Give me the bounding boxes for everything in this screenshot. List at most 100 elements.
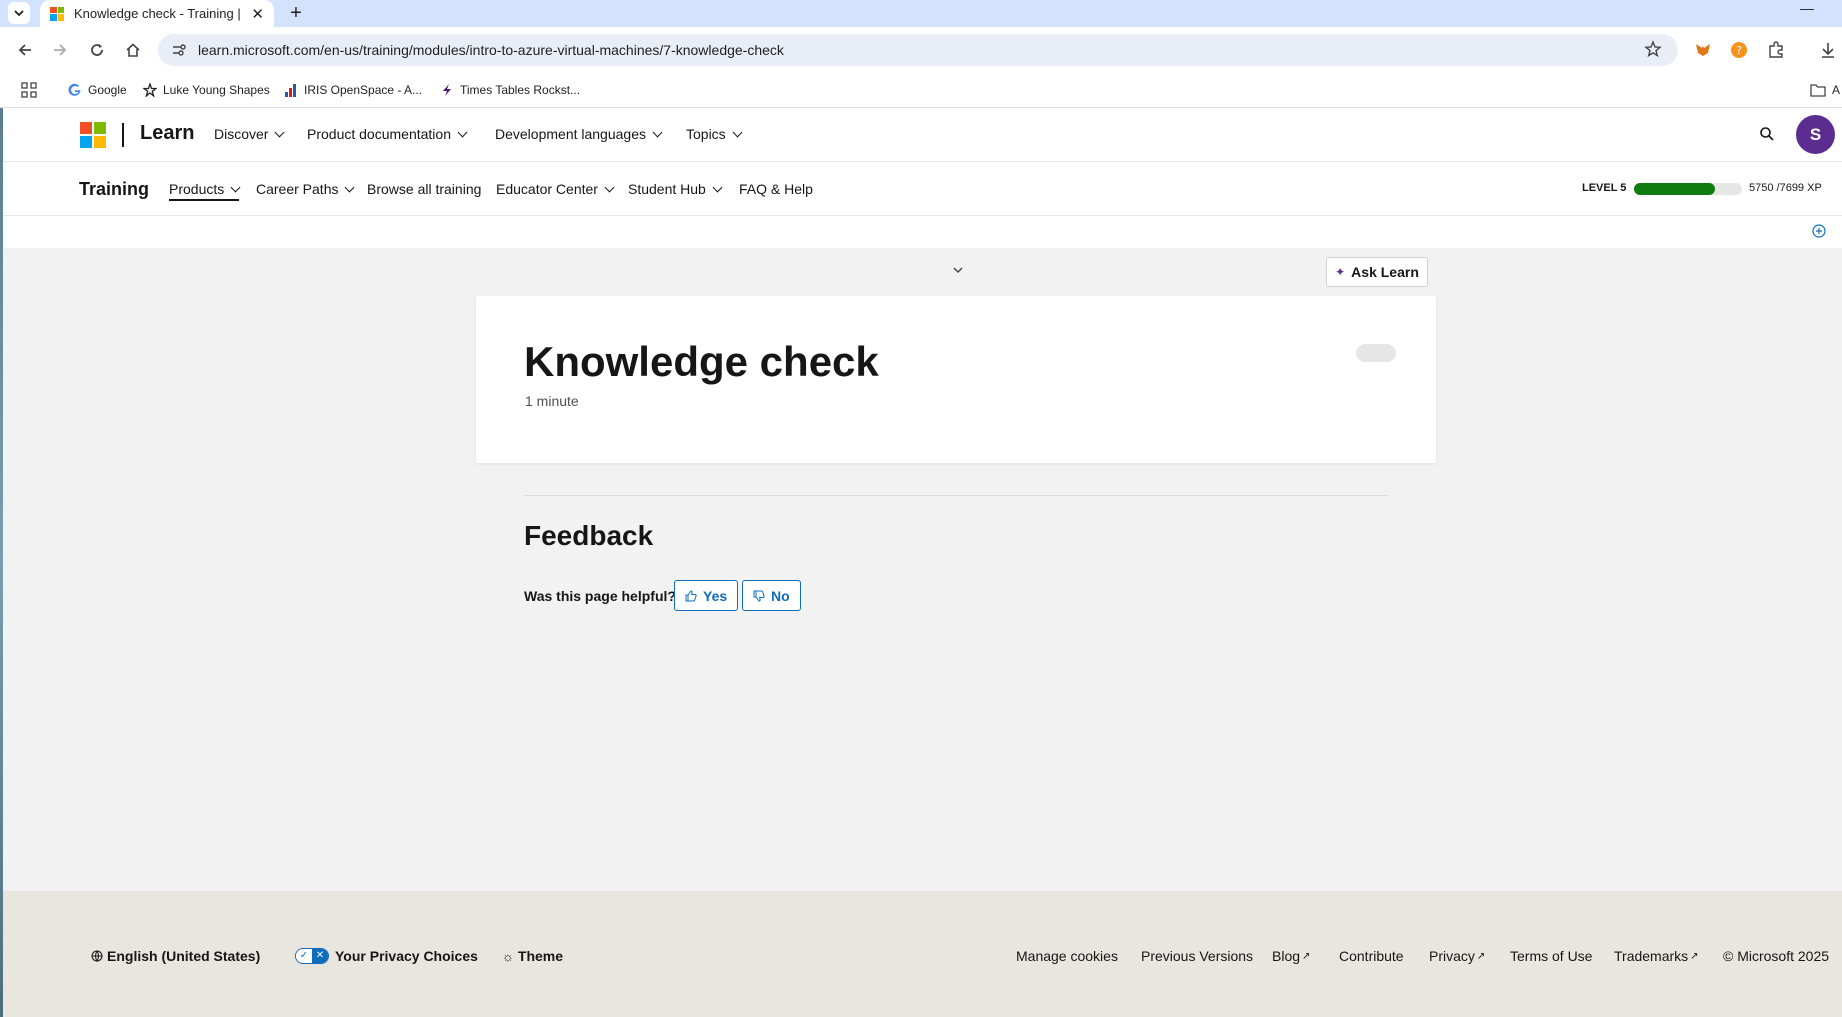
bookmark-star-icon[interactable] xyxy=(1644,40,1664,60)
bar-chart-icon xyxy=(285,84,296,97)
subnav-career-paths[interactable]: Career Paths xyxy=(256,181,355,197)
thumbs-down-icon xyxy=(753,590,765,602)
external-link-icon: ↗ xyxy=(1302,950,1311,962)
toolbar-strip xyxy=(3,216,1842,248)
reload-button[interactable] xyxy=(84,37,110,63)
reload-icon xyxy=(91,44,103,56)
privacy-choices-link[interactable]: ✓ ✕ Your Privacy Choices xyxy=(295,948,478,964)
chevron-down-icon xyxy=(457,127,468,137)
new-tab-button[interactable]: + xyxy=(285,0,307,27)
feedback-no-button[interactable]: No xyxy=(742,580,801,611)
chevron-down-icon xyxy=(230,182,241,192)
download-icon[interactable] xyxy=(1818,40,1838,60)
xp-progress-bar xyxy=(1634,183,1742,195)
coin-extension-icon[interactable]: ? xyxy=(1729,40,1749,60)
chevron-down-icon xyxy=(345,182,355,192)
chevron-down-icon xyxy=(604,182,615,192)
metamask-extension-icon[interactable] xyxy=(1693,40,1713,60)
status-pill xyxy=(1356,344,1396,362)
globe-icon xyxy=(91,950,103,962)
active-tab[interactable]: Knowledge check - Training | M ✕ xyxy=(40,0,274,27)
subnav-faq-help[interactable]: FAQ & Help xyxy=(739,181,813,197)
level-label: LEVEL 5 xyxy=(1582,182,1627,194)
page-title: Knowledge check xyxy=(524,338,879,385)
microsoft-favicon-icon xyxy=(50,6,64,21)
forward-button[interactable] xyxy=(47,37,73,63)
logo-divider xyxy=(122,123,124,147)
bookmark-folder[interactable]: A xyxy=(1810,72,1840,108)
microsoft-logo-icon[interactable] xyxy=(80,122,106,148)
footer-link-contribute[interactable]: Contribute xyxy=(1339,948,1404,964)
minimize-window-button[interactable]: — xyxy=(1800,0,1814,16)
external-link-icon: ↗ xyxy=(1476,950,1486,962)
footer: English (United States) ✓ ✕ Your Privacy … xyxy=(3,891,1842,1017)
extensions-puzzle-icon[interactable] xyxy=(1766,40,1786,60)
chevron-down-icon xyxy=(732,127,743,137)
xp-progress-fill xyxy=(1634,183,1715,195)
address-bar[interactable]: learn.microsoft.com/en-us/training/modul… xyxy=(158,34,1678,66)
nav-topics[interactable]: Topics xyxy=(686,126,743,142)
external-link-icon: ↗ xyxy=(1690,950,1699,962)
home-button[interactable] xyxy=(120,37,146,63)
bookmark-luke-young-shapes[interactable]: Luke Young Shapes xyxy=(143,72,270,108)
privacy-toggle-icon: ✓ ✕ xyxy=(295,948,329,964)
thumbs-up-icon xyxy=(685,589,697,601)
footer-link-previous-versions[interactable]: Previous Versions xyxy=(1141,948,1253,964)
bookmark-times-tables[interactable]: Times Tables Rockst... xyxy=(440,72,580,108)
unit-header-card: Knowledge check 1 minute xyxy=(476,296,1436,463)
add-circle-icon[interactable] xyxy=(1812,224,1828,240)
bookmarks-bar: Google Luke Young Shapes IRIS OpenSpace … xyxy=(0,72,1842,108)
chevron-down-icon xyxy=(652,127,663,137)
site-info-icon[interactable] xyxy=(168,39,190,61)
google-icon xyxy=(68,83,81,96)
svg-text:?: ? xyxy=(1736,44,1742,57)
footer-link-blog[interactable]: Blog ↗ xyxy=(1272,948,1310,964)
sun-icon: ☼ xyxy=(502,948,514,964)
url-text: learn.microsoft.com/en-us/training/modul… xyxy=(198,42,784,58)
footer-link-privacy[interactable]: Privacy ↗ xyxy=(1429,948,1485,964)
subnav-educator-center[interactable]: Educator Center xyxy=(496,181,615,197)
chevron-down-icon xyxy=(712,182,723,192)
folder-icon xyxy=(1810,84,1826,97)
training-subheader: Training Products Career Paths Browse al… xyxy=(3,162,1842,216)
close-tab-icon[interactable]: ✕ xyxy=(251,5,264,23)
theme-selector[interactable]: ☼ Theme xyxy=(502,948,563,964)
footer-link-trademarks[interactable]: Trademarks ↗ xyxy=(1614,948,1699,964)
collapse-chevron-icon[interactable] xyxy=(951,263,965,277)
arrow-left-icon xyxy=(18,44,31,56)
star-shape-icon xyxy=(143,83,157,97)
chevron-down-icon xyxy=(14,10,24,17)
language-selector[interactable]: English (United States) xyxy=(91,948,260,964)
xp-text: 5750 /7699 XP xyxy=(1749,182,1822,194)
tab-search-button[interactable] xyxy=(8,2,30,24)
subnav-products[interactable]: Products xyxy=(169,181,241,201)
chevron-down-icon xyxy=(275,127,285,137)
feedback-question: Was this page helpful? xyxy=(524,588,676,604)
duration-text: 1 minute xyxy=(525,393,579,409)
sparkle-icon: ✦ xyxy=(1335,265,1346,279)
bookmark-iris-openspace[interactable]: IRIS OpenSpace - A... xyxy=(284,72,422,108)
tab-title: Knowledge check - Training | M xyxy=(74,6,246,21)
ask-learn-button[interactable]: ✦ Ask Learn xyxy=(1326,257,1428,287)
nav-product-documentation[interactable]: Product documentation xyxy=(307,126,468,142)
lightning-icon xyxy=(443,84,451,96)
feedback-heading: Feedback xyxy=(524,520,654,551)
home-icon xyxy=(126,43,140,57)
back-button[interactable] xyxy=(12,37,38,63)
nav-discover[interactable]: Discover xyxy=(214,126,285,142)
search-icon[interactable] xyxy=(1759,126,1777,144)
feedback-yes-button[interactable]: Yes xyxy=(674,580,739,611)
apps-grid-icon[interactable] xyxy=(21,72,43,108)
site-header: Learn Discover Product documentation Dev… xyxy=(3,108,1842,162)
bookmark-google[interactable]: Google xyxy=(68,72,127,108)
subnav-student-hub[interactable]: Student Hub xyxy=(628,181,723,197)
learn-brand-link[interactable]: Learn xyxy=(140,122,194,145)
avatar[interactable]: S xyxy=(1796,115,1835,154)
section-divider xyxy=(524,495,1388,496)
browser-tab-strip: Knowledge check - Training | M ✕ + — xyxy=(0,0,1842,27)
training-title-link[interactable]: Training xyxy=(79,179,149,200)
footer-link-manage-cookies[interactable]: Manage cookies xyxy=(1016,948,1118,964)
subnav-browse-all-training[interactable]: Browse all training xyxy=(367,181,481,197)
nav-development-languages[interactable]: Development languages xyxy=(495,126,663,142)
footer-link-terms-of-use[interactable]: Terms of Use xyxy=(1510,948,1592,964)
